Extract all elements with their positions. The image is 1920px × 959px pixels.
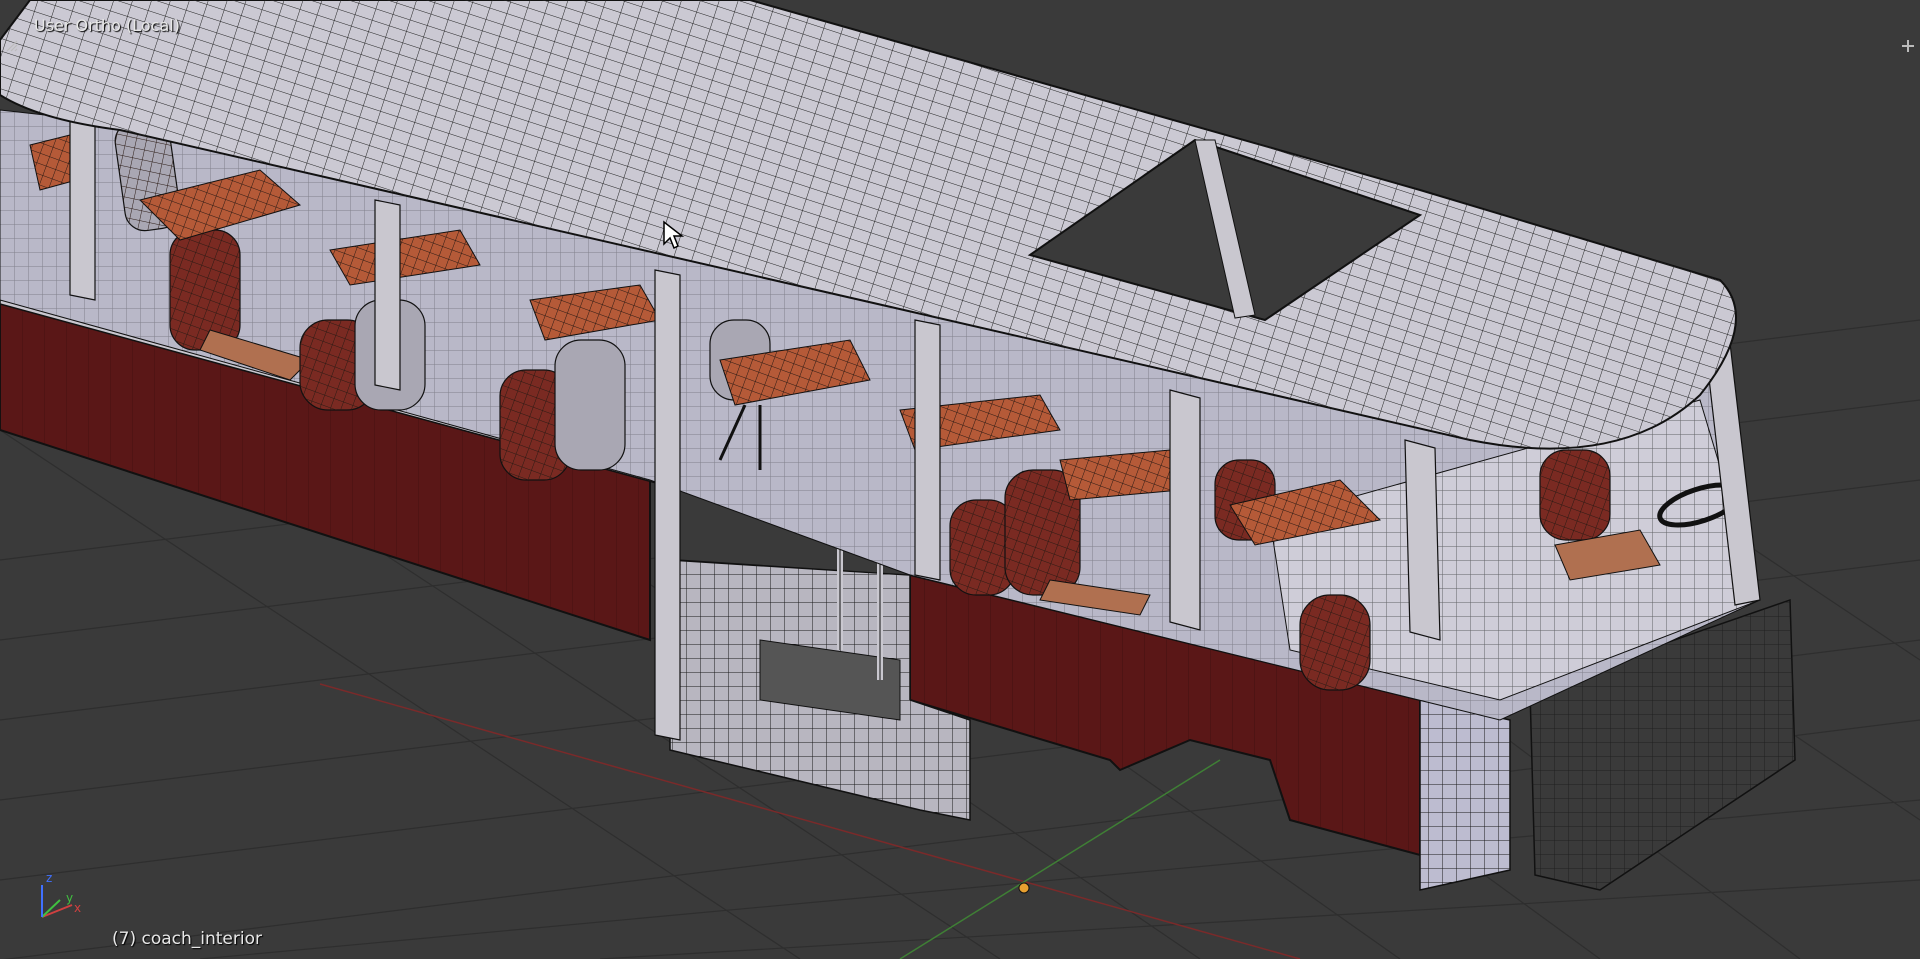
axis-x-label: x bbox=[74, 901, 81, 915]
split-area-right-icon[interactable] bbox=[1898, 36, 1918, 56]
active-object-label: (7) coach_interior bbox=[112, 929, 262, 949]
3d-cursor-icon bbox=[1018, 882, 1030, 894]
viewport-scene[interactable]: x y z bbox=[0, 0, 1920, 959]
axis-gizmo: x y z bbox=[41, 871, 81, 918]
split-area-left-icon[interactable] bbox=[2, 36, 22, 56]
axis-y-label: y bbox=[66, 891, 73, 905]
mouse-cursor-icon bbox=[663, 220, 684, 250]
view-mode-label: User Ortho (Local) bbox=[34, 16, 180, 35]
3d-viewport[interactable]: x y z User Ortho (Local) (7) coach_inter… bbox=[0, 0, 1920, 959]
axis-z-label: z bbox=[46, 871, 52, 885]
